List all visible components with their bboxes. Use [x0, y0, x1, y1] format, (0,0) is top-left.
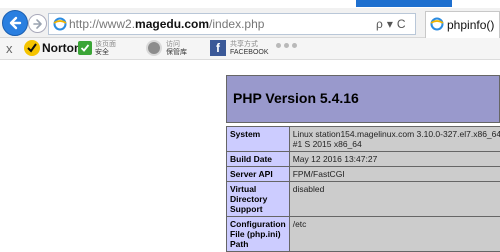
safe-web-line2: 安全 — [95, 49, 116, 57]
url-actions: ρ ▾ C — [376, 17, 406, 31]
row-value: /etc — [289, 217, 500, 252]
vault-line1: 访问 — [166, 41, 187, 49]
phpinfo-table: System Linux station154.magelinux.com 3.… — [226, 126, 500, 252]
page-content: PHP Version 5.4.16 System Linux station1… — [0, 61, 500, 245]
url-domain: magedu.com — [135, 17, 209, 31]
share-facebook-button[interactable]: 共享方式 FACEBOOK — [230, 41, 269, 57]
vault-line2: 保管库 — [166, 49, 187, 57]
row-key: System — [227, 127, 290, 152]
tab-label: phpinfo() — [447, 18, 494, 32]
more-options-icon[interactable] — [276, 43, 297, 48]
url-prefix: http://www2. — [69, 17, 135, 31]
page-title: PHP Version 5.4.16 — [233, 90, 359, 106]
norton-label: Norton — [42, 41, 81, 55]
vault-button[interactable]: 访问 保管库 — [166, 41, 187, 57]
browser-tab[interactable]: phpinfo() — [425, 11, 500, 38]
arrow-left-icon — [7, 15, 23, 31]
table-row: Configuration File (php.ini) Path /etc — [227, 217, 500, 252]
table-row: Server API FPM/FastCGI — [227, 167, 500, 182]
close-icon[interactable]: x — [6, 41, 13, 56]
norton-check-icon — [24, 40, 40, 56]
facebook-icon[interactable]: f — [210, 40, 226, 56]
ie-tab-icon — [430, 17, 444, 31]
ie-page-icon — [53, 17, 67, 31]
share-line2: FACEBOOK — [230, 49, 269, 57]
row-key: Configuration File (php.ini) Path — [227, 217, 290, 252]
row-value: May 12 2016 13:47:27 — [289, 152, 500, 167]
forward-button[interactable] — [28, 14, 47, 33]
row-value: disabled — [289, 182, 500, 217]
share-line1: 共享方式 — [230, 41, 269, 49]
safe-web-check-icon[interactable] — [78, 41, 92, 55]
refresh-icon[interactable]: C — [397, 17, 406, 31]
row-value: FPM/FastCGI — [289, 167, 500, 182]
arrow-right-icon — [32, 18, 44, 30]
chevron-down-icon[interactable]: ▾ — [387, 17, 393, 31]
safe-web-line1: 该页面 — [95, 41, 116, 49]
search-icon[interactable]: ρ — [376, 17, 383, 31]
table-row: Build Date May 12 2016 13:47:27 — [227, 152, 500, 167]
url-text: http://www2.magedu.com/index.php — [69, 17, 264, 31]
url-field[interactable]: http://www2.magedu.com/index.php — [48, 13, 416, 35]
table-row: System Linux station154.magelinux.com 3.… — [227, 127, 500, 152]
vault-shield-icon[interactable] — [146, 40, 162, 56]
row-key: Build Date — [227, 152, 290, 167]
php-version-header: PHP Version 5.4.16 — [226, 75, 500, 123]
row-key: Server API — [227, 167, 290, 182]
row-value: Linux station154.magelinux.com 3.10.0-32… — [289, 127, 500, 152]
url-suffix: /index.php — [209, 17, 264, 31]
norton-toolbar: x Norton ▾ 该页面 安全 访问 保管库 f 共享方式 FACEBOOK — [0, 38, 500, 60]
row-key: Virtual Directory Support — [227, 182, 290, 217]
titlebar-accent — [356, 0, 452, 7]
address-bar: http://www2.magedu.com/index.php ρ ▾ C p… — [0, 8, 500, 38]
table-row: Virtual Directory Support disabled — [227, 182, 500, 217]
safe-web-status[interactable]: 该页面 安全 — [95, 41, 116, 57]
back-button[interactable] — [2, 10, 28, 36]
